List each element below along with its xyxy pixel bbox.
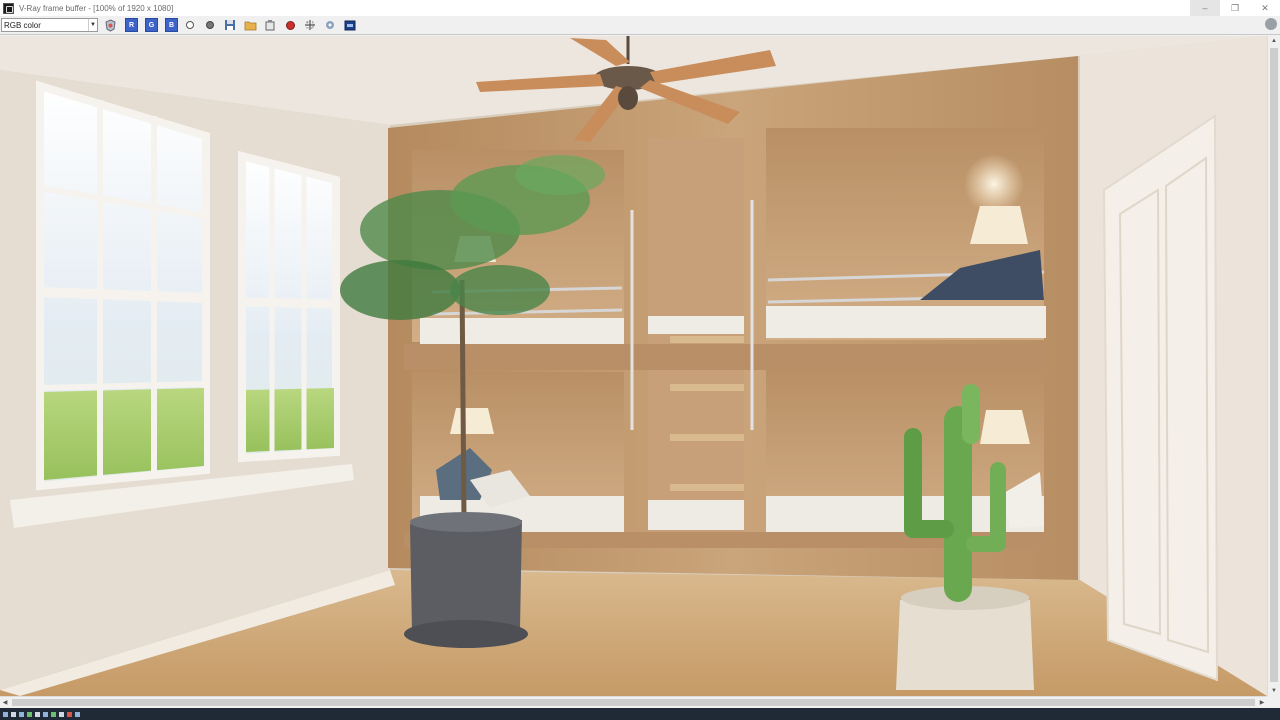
clear-image-icon[interactable] (262, 18, 278, 32)
show-stamp-icon[interactable] (342, 18, 358, 32)
render-viewport[interactable] (0, 36, 1267, 696)
taskbar-app-icon[interactable] (51, 711, 56, 717)
close-button[interactable]: ✕ (1250, 0, 1280, 16)
title-bar: V-Ray frame buffer - [100% of 1920 x 108… (0, 0, 1280, 16)
start-icon[interactable] (3, 711, 8, 717)
blue-channel-button[interactable]: B (165, 18, 178, 32)
red-channel-button[interactable]: R (125, 18, 138, 32)
white-circle-icon[interactable] (182, 18, 198, 32)
taskbar-app-icon[interactable] (27, 711, 32, 717)
green-channel-button[interactable]: G (145, 18, 158, 32)
window-controls: – ❐ ✕ (1190, 0, 1280, 16)
chevron-down-icon[interactable]: ▼ (88, 19, 97, 31)
scroll-up-icon[interactable]: ▲ (1268, 36, 1280, 46)
channel-select-value: RGB color (4, 20, 41, 30)
save-icon[interactable] (222, 18, 238, 32)
taskbar-app-icon[interactable] (43, 711, 48, 717)
channel-select[interactable]: RGB color ▼ (1, 18, 98, 32)
taskbar (0, 708, 1280, 720)
restore-button[interactable]: ❐ (1220, 0, 1250, 16)
track-mouse-icon[interactable] (322, 18, 338, 32)
taskbar-app-icon[interactable] (11, 711, 16, 717)
rendered-bunk-room-image (0, 36, 1267, 696)
region-render-icon[interactable] (302, 18, 318, 32)
taskbar-app-icon[interactable] (35, 711, 40, 717)
stop-render-icon[interactable] (282, 18, 298, 32)
vray-app-icon[interactable] (3, 2, 14, 14)
color-correction-icon[interactable] (102, 18, 118, 32)
alpha-circle-icon[interactable] (202, 18, 218, 32)
open-folder-icon[interactable] (242, 18, 258, 32)
history-icon[interactable] (1265, 18, 1277, 30)
taskbar-app-icon[interactable] (75, 711, 80, 717)
scroll-down-icon[interactable]: ▼ (1268, 686, 1280, 696)
vertical-scroll-thumb[interactable] (1270, 48, 1278, 682)
taskbar-app-icon[interactable] (19, 711, 24, 717)
horizontal-scroll-thumb[interactable] (12, 699, 1255, 706)
taskbar-app-icon[interactable] (59, 711, 64, 717)
vfb-toolbar: RGB color ▼ R G B (0, 16, 1280, 35)
scroll-right-icon[interactable]: ▶ (1257, 697, 1267, 708)
taskbar-app-icon[interactable] (67, 711, 72, 717)
horizontal-scrollbar[interactable]: ◀ ▶ (0, 696, 1267, 708)
scroll-left-icon[interactable]: ◀ (0, 697, 10, 708)
vertical-scrollbar[interactable]: ▲ ▼ (1267, 36, 1280, 696)
minimize-button[interactable]: – (1190, 0, 1220, 16)
window-title: V-Ray frame buffer - [100% of 1920 x 108… (19, 3, 174, 13)
